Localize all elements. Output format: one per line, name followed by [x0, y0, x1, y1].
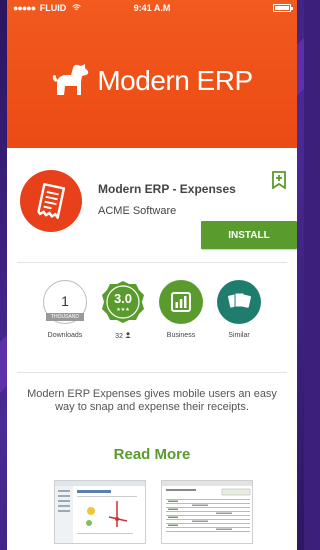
developer-link[interactable]: ACME Software: [98, 205, 176, 217]
phone-screen: ●●●●● FLUID 9:41 A.M Modern ERP Modern E…: [7, 0, 297, 550]
stat-label-category: Business: [166, 332, 196, 339]
brand-logo: Modern ERP: [7, 56, 297, 106]
divider: [17, 262, 287, 263]
cards-icon: [217, 280, 261, 324]
downloads-unit: THOUSAND: [46, 313, 84, 321]
install-button[interactable]: INSTALL: [201, 221, 297, 249]
stats-row: 1 THOUSAND Downloads 3.0 ★★★ 32 Business…: [7, 270, 297, 370]
battery-icon: [273, 4, 293, 12]
stat-label-similar: Similar: [228, 332, 250, 339]
rating-value: 3.0: [113, 291, 133, 306]
divider: [17, 372, 287, 373]
chart-icon: [159, 280, 203, 324]
bookmark-add-icon[interactable]: [272, 171, 286, 194]
status-bar: ●●●●● FLUID 9:41 A.M: [7, 0, 297, 16]
stat-label-downloads: Downloads: [47, 332, 83, 339]
rating-stars: ★★★: [116, 307, 130, 313]
app-description: Modern ERP Expenses gives mobile users a…: [27, 388, 277, 413]
app-name: Modern ERP - Expenses: [98, 182, 236, 196]
rating-badge: 3.0 ★★★: [101, 280, 145, 324]
status-time: 9:41 A.M: [133, 3, 171, 13]
brand-title: Modern ERP: [97, 65, 253, 96]
screenshot-thumbnail[interactable]: [54, 480, 146, 544]
receipt-icon: [20, 170, 82, 232]
app-header-banner: ●●●●● FLUID 9:41 A.M Modern ERP: [7, 0, 297, 148]
dog-icon: [51, 62, 91, 101]
person-icon: [125, 332, 131, 340]
read-more-link[interactable]: Read More: [7, 446, 297, 463]
rating-count: 32: [115, 333, 123, 340]
downloads-count: 1: [61, 293, 69, 309]
downloads-badge: 1 THOUSAND: [43, 280, 87, 324]
screenshot-thumbnail[interactable]: [161, 480, 253, 544]
